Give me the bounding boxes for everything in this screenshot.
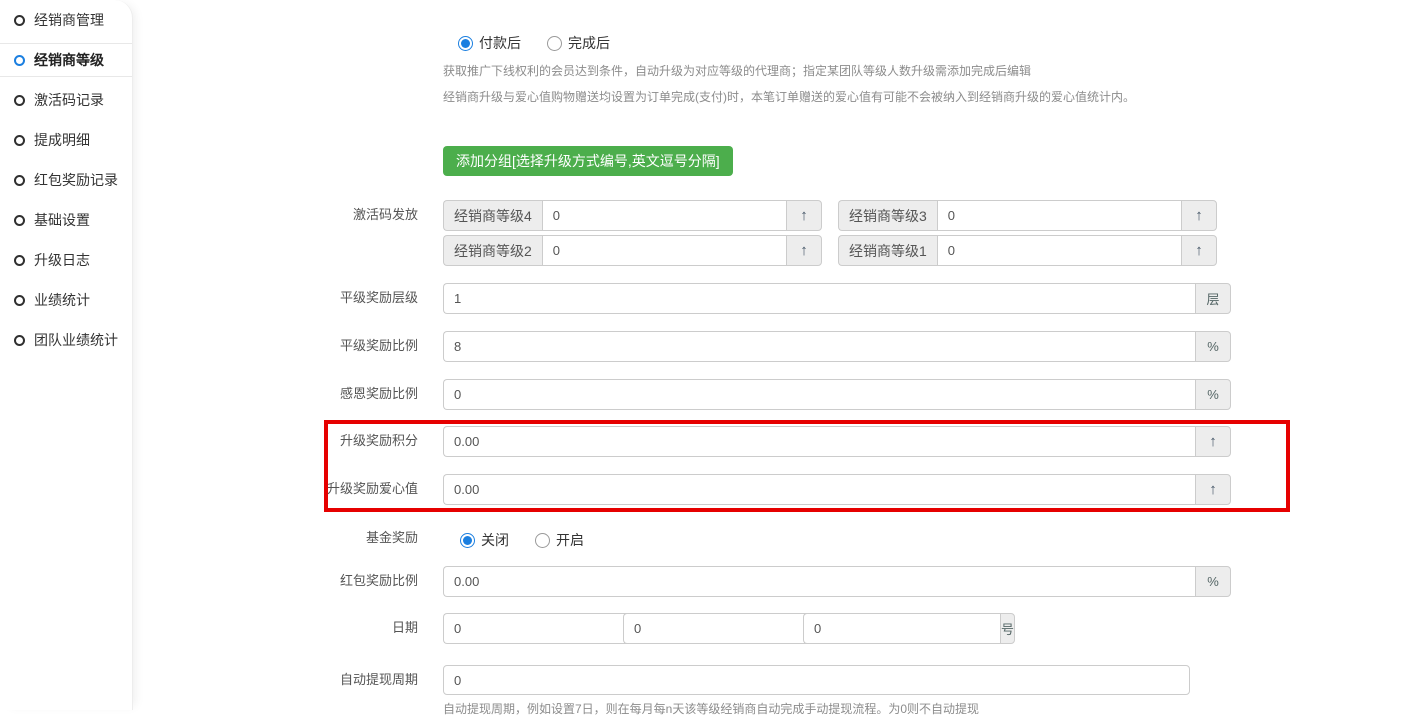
circle-icon	[14, 15, 25, 26]
fund-reward-radio-group: 关闭 开启	[460, 530, 584, 550]
circle-icon	[14, 175, 25, 186]
input-group: 层	[443, 283, 1231, 314]
sidebar-item-dealer-level[interactable]: 经销商等级	[0, 43, 132, 77]
circle-icon	[14, 335, 25, 346]
sidebar-item-team-performance-stats[interactable]: 团队业绩统计	[0, 320, 132, 360]
field-label: 升级奖励积分	[133, 426, 418, 456]
redpacket-reward-ratio-input[interactable]	[443, 566, 1195, 597]
date-input-3[interactable]	[803, 613, 1000, 644]
radio-label: 关闭	[481, 530, 509, 550]
percent-addon: %	[1195, 331, 1231, 362]
up-arrow-icon[interactable]: ↑	[1181, 200, 1217, 231]
input-group: ↑	[443, 426, 1231, 457]
upgrade-trigger-help-2: 经销商升级与爱心值购物赠送均设置为订单完成(支付)时，本笔订单赠送的爱心值有可能…	[443, 88, 1135, 105]
up-arrow-icon[interactable]: ↑	[786, 235, 822, 266]
level3-activation-input[interactable]	[937, 200, 1181, 231]
circle-icon	[14, 95, 25, 106]
sidebar-item-label: 激活码记录	[34, 90, 104, 110]
auto-withdraw-cycle-input[interactable]	[443, 665, 1190, 695]
circle-icon	[14, 255, 25, 266]
sidebar-item-performance-stats[interactable]: 业绩统计	[0, 280, 132, 320]
sidebar-item-label: 经销商管理	[34, 10, 104, 30]
sidebar-item-label: 业绩统计	[34, 290, 90, 310]
circle-icon	[14, 215, 25, 226]
field-label: 日期	[133, 613, 418, 643]
sidebar: 经销商管理 经销商等级 激活码记录 提成明细 红包奖励记录 基础设置 升级日志 …	[0, 0, 133, 710]
level2-activation-input[interactable]	[542, 235, 786, 266]
sidebar-item-label: 经销商等级	[34, 50, 104, 70]
radio-icon	[458, 36, 473, 51]
sidebar-item-upgrade-log[interactable]: 升级日志	[0, 240, 132, 280]
level-reward-ratio-input[interactable]	[443, 331, 1195, 362]
radio-icon	[460, 533, 475, 548]
input-group: %	[443, 379, 1231, 410]
unit-addon: 层	[1195, 283, 1231, 314]
field-label: 平级奖励层级	[133, 283, 418, 313]
circle-icon	[14, 55, 25, 66]
date-input-2[interactable]	[623, 613, 820, 644]
radio-icon	[547, 36, 562, 51]
percent-addon: %	[1195, 566, 1231, 597]
auto-withdraw-help: 自动提现周期，例如设置7日，则在每月每n天该等级经销商自动完成手动提现流程。为0…	[443, 700, 979, 717]
sidebar-item-label: 提成明细	[34, 130, 90, 150]
sidebar-item-activation-code-records[interactable]: 激活码记录	[0, 80, 132, 120]
input-group: 号	[443, 613, 623, 644]
upgrade-reward-points-input[interactable]	[443, 426, 1195, 457]
radio-after-payment[interactable]: 付款后	[458, 33, 521, 53]
field-label: 基金奖励	[133, 530, 418, 546]
input-group: 号	[623, 613, 803, 644]
field-label: 红包奖励比例	[133, 566, 418, 596]
sidebar-item-dealer-management[interactable]: 经销商管理	[0, 0, 132, 40]
input-group: %	[443, 566, 1231, 597]
sidebar-item-label: 基础设置	[34, 210, 90, 230]
upgrade-trigger-radio-group: 付款后 完成后	[458, 33, 610, 53]
activation-group-level1: 经销商等级1 ↑	[838, 235, 1217, 266]
up-arrow-icon[interactable]: ↑	[1195, 474, 1231, 505]
sidebar-item-label: 红包奖励记录	[34, 170, 118, 190]
radio-label: 付款后	[479, 33, 521, 53]
level3-prepend-label: 经销商等级3	[838, 200, 937, 231]
radio-label: 完成后	[568, 33, 610, 53]
upgrade-reward-love-value-input[interactable]	[443, 474, 1195, 505]
level4-activation-input[interactable]	[542, 200, 786, 231]
dealer-level-form: 付款后 完成后 获取推广下线权利的会员达到条件，自动升级为对应等级的代理商；指定…	[133, 0, 1422, 710]
up-arrow-icon[interactable]: ↑	[1181, 235, 1217, 266]
field-label: 升级奖励爱心值	[133, 474, 418, 504]
field-label: 感恩奖励比例	[133, 379, 418, 409]
radio-fund-on[interactable]: 开启	[535, 530, 584, 550]
circle-icon	[14, 295, 25, 306]
activation-group-level4: 经销商等级4 ↑	[443, 200, 822, 231]
add-group-button[interactable]: 添加分组[选择升级方式编号,英文逗号分隔]	[443, 146, 733, 176]
field-label: 平级奖励比例	[133, 331, 418, 361]
input-group: %	[443, 331, 1231, 362]
radio-after-completion[interactable]: 完成后	[547, 33, 610, 53]
up-arrow-icon[interactable]: ↑	[786, 200, 822, 231]
sidebar-item-label: 升级日志	[34, 250, 90, 270]
percent-addon: %	[1195, 379, 1231, 410]
input-group: 号	[803, 613, 983, 644]
up-arrow-icon[interactable]: ↑	[1195, 426, 1231, 457]
input-group: ↑	[443, 474, 1231, 505]
radio-icon	[535, 533, 550, 548]
sidebar-item-basic-settings[interactable]: 基础设置	[0, 200, 132, 240]
sidebar-item-commission-details[interactable]: 提成明细	[0, 120, 132, 160]
level1-activation-input[interactable]	[937, 235, 1181, 266]
activation-group-level2: 经销商等级2 ↑	[443, 235, 822, 266]
radio-fund-off[interactable]: 关闭	[460, 530, 509, 550]
date-input-1[interactable]	[443, 613, 640, 644]
sidebar-item-label: 团队业绩统计	[34, 330, 118, 350]
field-label: 自动提现周期	[133, 665, 418, 695]
gratitude-reward-ratio-input[interactable]	[443, 379, 1195, 410]
activation-codes-label: 激活码发放	[133, 200, 418, 230]
sidebar-item-redpacket-reward-records[interactable]: 红包奖励记录	[0, 160, 132, 200]
level1-prepend-label: 经销商等级1	[838, 235, 937, 266]
circle-icon	[14, 135, 25, 146]
level-reward-layers-input[interactable]	[443, 283, 1195, 314]
upgrade-trigger-help-1: 获取推广下线权利的会员达到条件，自动升级为对应等级的代理商；指定某团队等级人数升…	[443, 62, 1031, 79]
activation-group-level3: 经销商等级3 ↑	[838, 200, 1217, 231]
day-addon: 号	[1000, 613, 1015, 644]
radio-label: 开启	[556, 530, 584, 550]
level4-prepend-label: 经销商等级4	[443, 200, 542, 231]
level2-prepend-label: 经销商等级2	[443, 235, 542, 266]
